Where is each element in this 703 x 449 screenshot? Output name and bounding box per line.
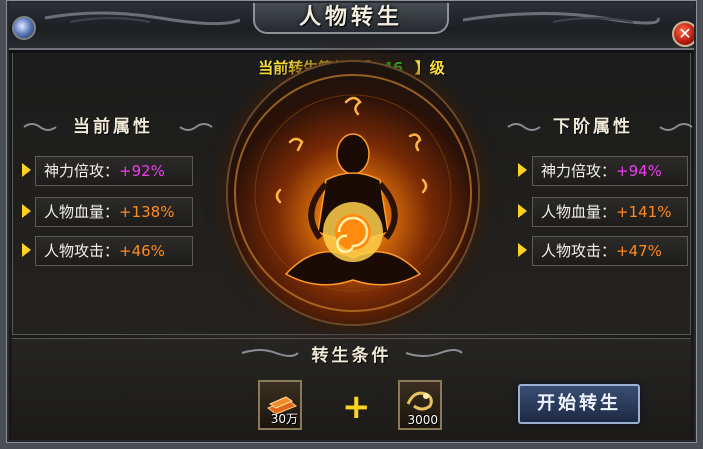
cost-item-slot[interactable]: 3000 <box>398 380 442 430</box>
next-attr-row: 神力倍攻：+94% <box>532 156 688 186</box>
cost-quantity: 30万 <box>270 412 298 426</box>
meditating-figure-icon <box>234 74 472 312</box>
rebirth-window: 人物转生 ✕ 当前转生等级：【46】级 <box>0 0 703 449</box>
heading-swirl-right-icon <box>405 349 463 357</box>
next-attr-row: 人物血量：+141% <box>532 197 688 227</box>
arrow-icon <box>22 163 31 177</box>
heading-swirl-left-icon <box>23 123 57 131</box>
arrow-icon <box>518 204 527 218</box>
attr-value: +46% <box>119 242 165 260</box>
heading-swirl-right-icon <box>659 123 693 131</box>
next-attr-row: 人物攻击：+47% <box>532 236 688 266</box>
attr-value: +94% <box>616 162 662 180</box>
plus-sign: + <box>342 387 371 427</box>
conditions-heading: 转生条件 <box>311 346 392 366</box>
attr-name: 神力倍攻： <box>541 162 617 180</box>
heading-swirl-left-icon <box>507 123 541 131</box>
heading-swirl-right-icon <box>179 123 213 131</box>
arrow-icon <box>22 243 31 257</box>
current-attributes-heading: 当前属性 <box>73 117 153 137</box>
current-attr-row: 人物攻击：+46% <box>35 236 193 266</box>
attr-value: +47% <box>616 242 662 260</box>
start-rebirth-button[interactable]: 开始转生 <box>518 384 640 424</box>
current-attr-row: 神力倍攻：+92% <box>35 156 193 186</box>
arrow-icon <box>22 204 31 218</box>
attr-value: +92% <box>119 162 165 180</box>
attr-name: 人物血量： <box>541 203 617 221</box>
attr-name: 人物血量： <box>44 203 120 221</box>
attr-value: +138% <box>119 203 175 221</box>
attr-name: 神力倍攻： <box>44 162 120 180</box>
cost-item-slot[interactable]: 30万 <box>258 380 302 430</box>
attr-name: 人物攻击： <box>541 242 617 260</box>
arrow-icon <box>518 243 527 257</box>
current-attr-row: 人物血量：+138% <box>35 197 193 227</box>
arrow-icon <box>518 163 527 177</box>
meditation-orb-illustration <box>228 62 478 324</box>
next-attributes-heading: 下阶属性 <box>553 117 633 137</box>
attr-value: +141% <box>616 203 672 221</box>
cost-quantity: 3000 <box>407 413 438 427</box>
attr-name: 人物攻击： <box>44 242 120 260</box>
